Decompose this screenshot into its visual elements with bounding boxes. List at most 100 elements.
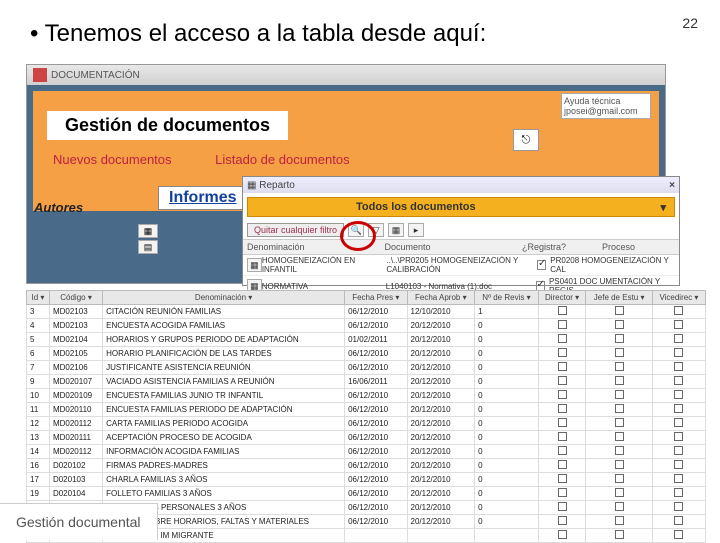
cell-vice[interactable] (652, 305, 705, 319)
cell-jefe[interactable] (586, 515, 653, 529)
cell-vice[interactable] (652, 417, 705, 431)
cell-director[interactable] (538, 431, 586, 445)
table-row[interactable]: 6 MD02105 HORARIO PLANIFICACIÓN DE LAS T… (27, 347, 706, 361)
sub-row[interactable]: ▦ HOMOGENEIZACIÓN EN INFANTIL ..\..\PR02… (243, 255, 679, 276)
cell-denom: FIRMAS PADRES-MADRES (103, 459, 345, 473)
cell-vice[interactable] (652, 347, 705, 361)
cell-director[interactable] (538, 445, 586, 459)
cell-vice[interactable] (652, 501, 705, 515)
row-proc: PR0208 HOMOGENEIZACIÓN Y CAL (550, 256, 675, 274)
cell-jefe[interactable] (586, 417, 653, 431)
cell-jefe[interactable] (586, 347, 653, 361)
cell-vice[interactable] (652, 361, 705, 375)
cell-vice[interactable] (652, 375, 705, 389)
cell-director[interactable] (538, 515, 586, 529)
cell-vice[interactable] (652, 389, 705, 403)
table-row[interactable]: 11 MD020110 ENCUESTA FAMILIAS PERIODO DE… (27, 403, 706, 417)
toolbar-icon-1[interactable]: ▦ (138, 224, 158, 238)
col-header[interactable]: Fecha Aprob ▾ (407, 291, 475, 305)
cell-f2 (407, 529, 475, 543)
cell-director[interactable] (538, 529, 586, 543)
cell-jefe[interactable] (586, 333, 653, 347)
clear-filter-button[interactable]: Quitar cualquier filtro (247, 223, 344, 237)
table-row[interactable]: 12 MD020112 CARTA FAMILIAS PERIODO ACOGI… (27, 417, 706, 431)
cell-vice[interactable] (652, 403, 705, 417)
cell-rev: 0 (475, 333, 539, 347)
todos-label[interactable]: Todos los documentos (356, 201, 476, 213)
todos-dropdown-icon[interactable]: ▾ (660, 201, 666, 214)
cell-jefe[interactable] (586, 459, 653, 473)
col-header[interactable]: Id ▾ (27, 291, 50, 305)
nav-new-documents[interactable]: Nuevos documentos (53, 152, 172, 167)
cell-jefe[interactable] (586, 389, 653, 403)
autores-label[interactable]: Autores (34, 200, 83, 215)
left-toolbar-icons: ▦ ▤ (138, 224, 158, 254)
col-header[interactable]: Fecha Pres ▾ (345, 291, 407, 305)
cell-jefe[interactable] (586, 501, 653, 515)
table-row[interactable]: 14 MD020112 INFORMACIÓN ACOGIDA FAMILIAS… (27, 445, 706, 459)
cell-vice[interactable] (652, 473, 705, 487)
cell-jefe[interactable] (586, 403, 653, 417)
close-icon[interactable]: × (669, 180, 675, 191)
cell-f1: 06/12/2010 (345, 487, 407, 501)
cell-jefe[interactable] (586, 375, 653, 389)
cell-jefe[interactable] (586, 529, 653, 543)
table-row[interactable]: 13 MD020111 ACEPTACIÓN PROCESO DE ACOGID… (27, 431, 706, 445)
cell-director[interactable] (538, 487, 586, 501)
col-header[interactable]: Código ▾ (49, 291, 102, 305)
cell-f2: 20/12/2010 (407, 515, 475, 529)
nav-list-documents[interactable]: Listado de documentos (215, 152, 349, 167)
informes-link[interactable]: Informes (158, 186, 248, 210)
col-header[interactable]: Vicedirec ▾ (652, 291, 705, 305)
table-row[interactable]: 3 MD02103 CITACIÓN REUNIÓN FAMILIAS 06/1… (27, 305, 706, 319)
cell-id: 17 (27, 473, 50, 487)
cell-vice[interactable] (652, 431, 705, 445)
cell-director[interactable] (538, 459, 586, 473)
table-row[interactable]: 16 D020102 FIRMAS PADRES-MADRES 06/12/20… (27, 459, 706, 473)
cell-jefe[interactable] (586, 473, 653, 487)
table-row[interactable]: 9 MD020107 VACIADO ASISTENCIA FAMILIAS A… (27, 375, 706, 389)
arrow-icon[interactable]: ▸ (408, 223, 424, 237)
cell-director[interactable] (538, 501, 586, 515)
col-header[interactable]: Denominación ▾ (103, 291, 345, 305)
cell-vice[interactable] (652, 459, 705, 473)
cell-jefe[interactable] (586, 445, 653, 459)
cell-vice[interactable] (652, 487, 705, 501)
cell-vice[interactable] (652, 529, 705, 543)
cell-director[interactable] (538, 403, 586, 417)
cell-vice[interactable] (652, 515, 705, 529)
cell-director[interactable] (538, 389, 586, 403)
col-header[interactable]: Jefe de Estu ▾ (586, 291, 653, 305)
cell-f1: 06/12/2010 (345, 515, 407, 529)
cell-jefe[interactable] (586, 487, 653, 501)
col-header[interactable]: Director ▾ (538, 291, 586, 305)
col-header[interactable]: Nº de Revis ▾ (475, 291, 539, 305)
cell-denom: ACEPTACIÓN PROCESO DE ACOGIDA (103, 431, 345, 445)
cell-director[interactable] (538, 347, 586, 361)
toolbar-icon-2[interactable]: ▤ (138, 240, 158, 254)
row-check[interactable] (537, 260, 546, 270)
cell-jefe[interactable] (586, 319, 653, 333)
table-row[interactable]: 17 D020103 CHARLA FAMILIAS 3 AÑOS 06/12/… (27, 473, 706, 487)
cell-jefe[interactable] (586, 431, 653, 445)
grid-icon[interactable]: ▦ (388, 223, 404, 237)
cell-vice[interactable] (652, 333, 705, 347)
cell-f2: 20/12/2010 (407, 459, 475, 473)
cell-director[interactable] (538, 473, 586, 487)
cell-director[interactable] (538, 319, 586, 333)
cell-jefe[interactable] (586, 305, 653, 319)
table-row[interactable]: 4 MD02103 ENCUESTA ACOGIDA FAMILIAS 06/1… (27, 319, 706, 333)
table-row[interactable]: 19 D020104 FOLLETO FAMILIAS 3 AÑOS 06/12… (27, 487, 706, 501)
table-row[interactable]: 5 MD02104 HORARIOS Y GRUPOS PERIODO DE A… (27, 333, 706, 347)
cell-vice[interactable] (652, 319, 705, 333)
exit-icon[interactable]: ⎋ (513, 129, 539, 151)
cell-director[interactable] (538, 361, 586, 375)
cell-director[interactable] (538, 417, 586, 431)
cell-director[interactable] (538, 305, 586, 319)
table-row[interactable]: 7 MD02106 JUSTIFICANTE ASISTENCIA REUNIÓ… (27, 361, 706, 375)
table-row[interactable]: 10 MD020109 ENCUESTA FAMILIAS JUNIO TR I… (27, 389, 706, 403)
cell-vice[interactable] (652, 445, 705, 459)
cell-jefe[interactable] (586, 361, 653, 375)
cell-director[interactable] (538, 375, 586, 389)
cell-director[interactable] (538, 333, 586, 347)
